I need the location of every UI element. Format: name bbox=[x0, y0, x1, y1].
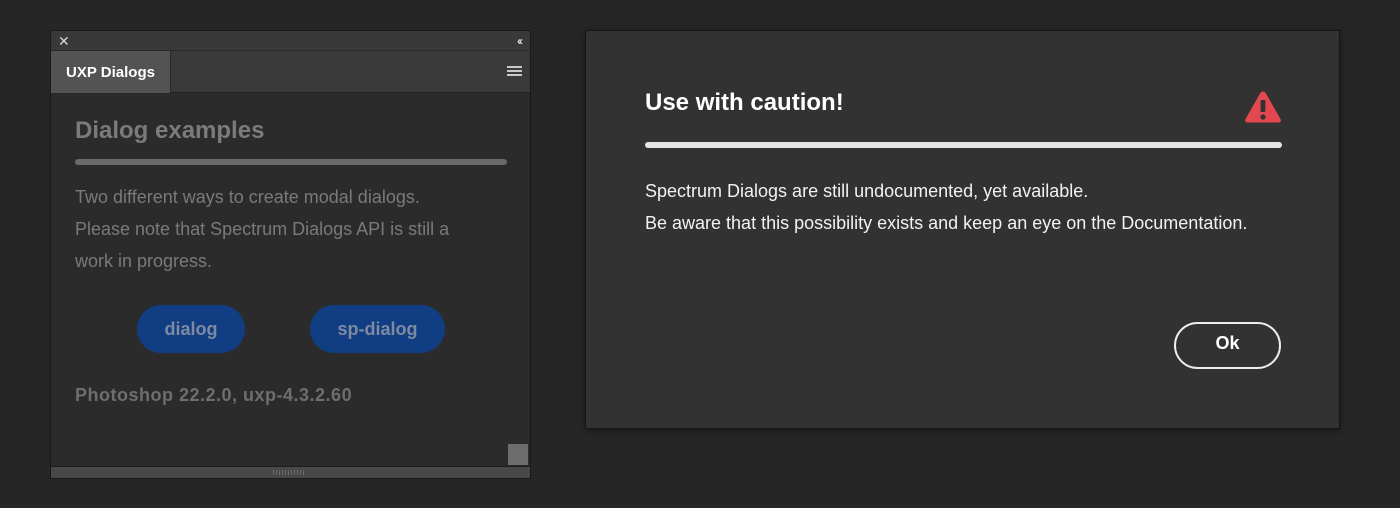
description-line: Two different ways to create modal dialo… bbox=[75, 187, 420, 207]
dialog-button[interactable]: dialog bbox=[137, 305, 245, 353]
description-line: work in progress. bbox=[75, 251, 213, 271]
dialog-divider bbox=[645, 142, 1282, 148]
panel-body: Dialog examples Two different ways to cr… bbox=[51, 93, 530, 467]
panel-description: Two different ways to create modal dialo… bbox=[75, 181, 495, 277]
close-icon[interactable]: ✕ bbox=[58, 33, 70, 49]
sp-dialog-button[interactable]: sp-dialog bbox=[310, 305, 445, 353]
tab-uxp-dialogs[interactable]: UXP Dialogs bbox=[51, 51, 171, 93]
resize-grip-icon[interactable] bbox=[273, 470, 305, 475]
panel-heading: Dialog examples bbox=[75, 117, 265, 144]
panel-resize-bar bbox=[51, 466, 530, 478]
heading-divider bbox=[75, 159, 507, 165]
dialog-title: Use with caution! bbox=[645, 89, 844, 116]
collapse-chevron-icon[interactable]: ‹‹ bbox=[517, 33, 523, 49]
scrollbar-thumb[interactable] bbox=[508, 444, 528, 465]
dialog-body-line: Spectrum Dialogs are still undocumented,… bbox=[645, 181, 1089, 201]
panel-tabbar: UXP Dialogs bbox=[51, 51, 530, 93]
ok-button[interactable]: Ok bbox=[1174, 322, 1281, 369]
uxp-panel: ✕ ‹‹ UXP Dialogs Dialog examples Two dif… bbox=[50, 30, 531, 479]
dialog-body: Spectrum Dialogs are still undocumented,… bbox=[645, 175, 1247, 239]
dialog-body-line: Be aware that this possibility exists an… bbox=[645, 213, 1248, 233]
caution-dialog: Use with caution! Spectrum Dialogs are s… bbox=[585, 30, 1340, 429]
panel-topbar: ✕ ‹‹ bbox=[51, 31, 530, 51]
description-line: Please note that Spectrum Dialogs API is… bbox=[75, 219, 450, 239]
version-label: Photoshop 22.2.0, uxp-4.3.2.60 bbox=[75, 385, 353, 405]
alert-triangle-icon bbox=[1245, 91, 1281, 123]
hamburger-icon[interactable] bbox=[507, 66, 522, 77]
